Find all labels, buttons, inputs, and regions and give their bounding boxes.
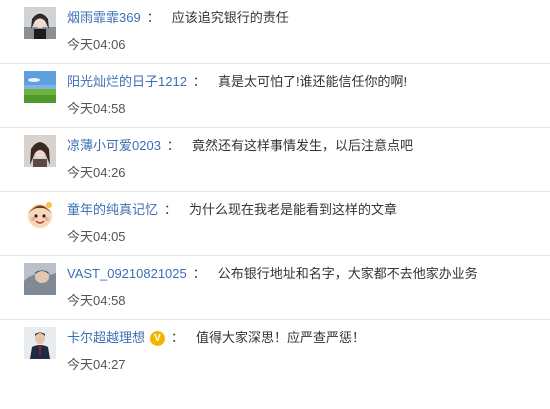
user-avatar-icon[interactable] <box>24 135 56 167</box>
user-avatar-icon[interactable] <box>24 7 56 39</box>
username-link[interactable]: 阳光灿烂的日子1212 <box>67 73 187 91</box>
comment-text: 应该追究银行的责任 <box>171 10 289 25</box>
username-link[interactable]: 凉薄小可爱0203 <box>67 137 161 155</box>
comment-item: 凉薄小可爱0203 ： 竟然还有这样事情发生，以后注意点吧 今天04:26 <box>0 128 550 192</box>
username-link[interactable]: VAST_09210821025 <box>67 265 187 283</box>
comment-item: 烟雨霏霏369 ： 应该追究银行的责任 今天04:06 <box>0 0 550 64</box>
separator: ： <box>166 138 180 153</box>
comment-time: 今天04:05 <box>67 229 126 244</box>
username-link[interactable]: 卡尔超越理想 <box>67 329 145 347</box>
cartoon-avatar-icon[interactable] <box>24 199 56 231</box>
separator: ： <box>164 202 178 217</box>
separator: ： <box>192 74 206 89</box>
comment-item: 卡尔超越理想 V ： 值得大家深思！应严查严惩！ 今天04:27 <box>0 320 550 384</box>
comment-time: 今天04:06 <box>67 37 126 52</box>
comment-time: 今天04:58 <box>67 101 126 116</box>
separator: ： <box>192 266 206 281</box>
comment-text: 竟然还有这样事情发生，以后注意点吧 <box>191 138 413 153</box>
comment-text: 为什么现在我老是能看到这样的文章 <box>189 202 398 217</box>
comment-item: 童年的纯真记忆 ： 为什么现在我老是能看到这样的文章 今天04:05 <box>0 192 550 256</box>
comment-time: 今天04:58 <box>67 293 126 308</box>
comment-item: 阳光灿烂的日子1212 ： 真是太可怕了!谁还能信任你的啊! 今天04:58 <box>0 64 550 128</box>
user-avatar-icon[interactable] <box>24 327 56 359</box>
user-avatar-icon[interactable] <box>24 263 56 295</box>
vip-badge-icon: V <box>150 330 166 346</box>
comment-text: 真是太可怕了!谁还能信任你的啊! <box>217 74 408 89</box>
comment-list: 烟雨霏霏369 ： 应该追究银行的责任 今天04:06 阳光灿烂的日子1212 … <box>0 0 550 409</box>
comment-item: VAST_09210821025 ： 公布银行地址和名字，大家都不去他家办业务 … <box>0 256 550 320</box>
landscape-avatar-icon[interactable] <box>24 71 56 103</box>
comment-text: 值得大家深思！应严查严惩！ <box>196 330 366 345</box>
separator: ： <box>171 330 185 345</box>
comment-time: 今天04:26 <box>67 165 126 180</box>
comment-time: 今天04:27 <box>67 357 126 372</box>
comment-text: 公布银行地址和名字，大家都不去他家办业务 <box>217 266 478 281</box>
username-link[interactable]: 童年的纯真记忆 <box>67 201 158 219</box>
separator: ： <box>146 10 160 25</box>
username-link[interactable]: 烟雨霏霏369 <box>67 9 141 27</box>
